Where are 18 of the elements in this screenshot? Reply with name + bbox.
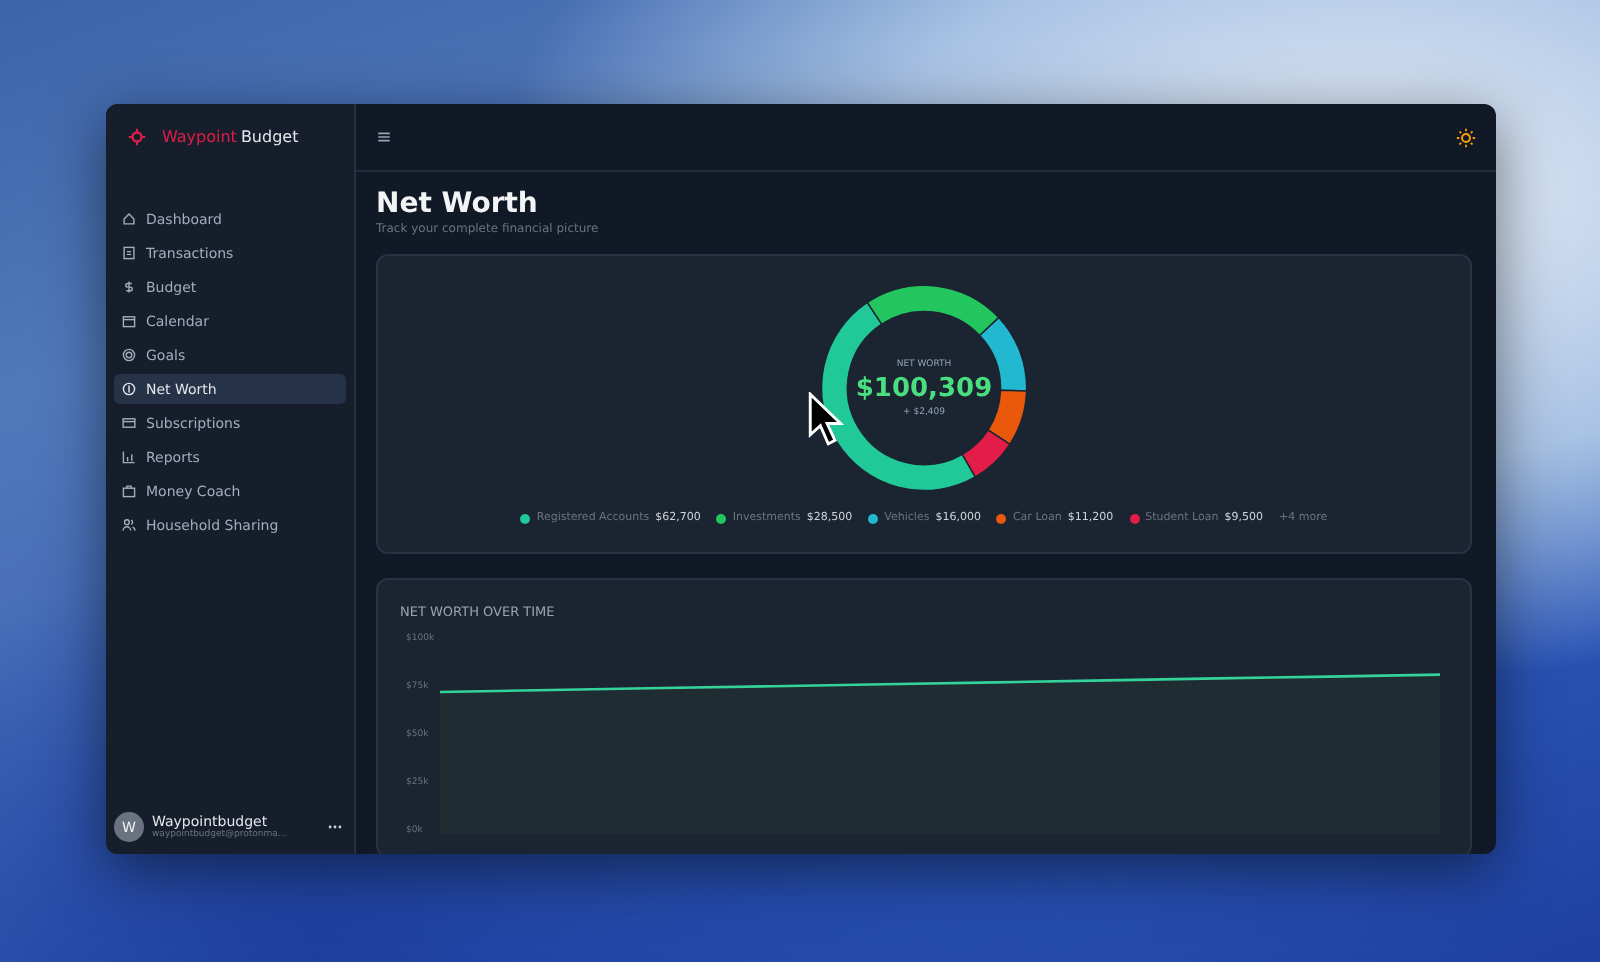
cursor-icon (808, 392, 844, 446)
receipt-icon (122, 246, 136, 260)
dollar-icon (122, 280, 136, 294)
home-icon (122, 212, 136, 226)
more-icon[interactable] (328, 824, 342, 830)
briefcase-icon (122, 484, 136, 498)
calendar-icon (122, 314, 136, 328)
card-icon (122, 416, 136, 430)
brand-name: Budget (240, 128, 299, 146)
sun-icon[interactable] (1456, 127, 1476, 147)
page-title: Net Worth (376, 186, 540, 222)
bars-icon (122, 450, 136, 464)
coin-icon (122, 382, 136, 396)
users-icon (122, 518, 136, 532)
menu-icon[interactable] (378, 132, 390, 142)
target-icon (122, 348, 136, 362)
net-worth-value: $100,309 (855, 373, 993, 403)
brand-name: Waypoint (162, 128, 237, 146)
